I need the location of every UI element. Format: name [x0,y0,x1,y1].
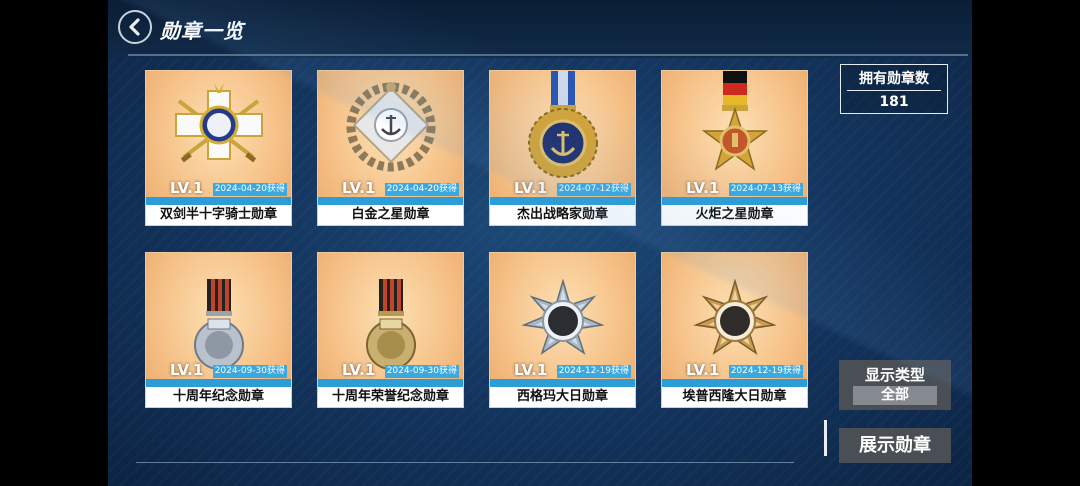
medal-card[interactable]: LV.1 2024-12-19获得 西格玛大日勋章 [489,252,636,408]
medal-count-label: 拥有勋章数 [859,71,929,87]
medal-date: 2024-09-30获得 [384,365,459,378]
platinum-star-anchor-medal-icon [346,82,436,172]
display-type-filter[interactable]: 显示类型 全部 [839,360,951,410]
medal-date-bar [662,379,807,387]
knight-cross-swords-medal-icon [175,83,263,163]
medal-card[interactable]: LV.1 2024-12-19获得 埃普西隆大日勋章 [661,252,808,408]
page-title: 勋章一览 [160,19,244,43]
torch-star-medal-icon [701,71,769,171]
header-divider [128,54,968,56]
medal-date: 2024-07-13获得 [728,183,803,196]
medal-date: 2024-04-20获得 [212,183,287,196]
medal-level: LV.1 [514,179,548,197]
medal-level: LV.1 [170,361,204,379]
medal-date: 2024-09-30获得 [212,365,287,378]
bottom-divider [136,462,794,463]
medal-name: 双剑半十字骑士勋章 [146,205,291,225]
medal-date: 2024-12-19获得 [728,365,803,378]
medal-date-bar [146,379,291,387]
gold-anniversary-medal-icon [366,279,416,370]
medal-name: 埃普西隆大日勋章 [662,387,807,407]
display-type-value[interactable]: 全部 [853,386,937,405]
medal-count-value: 181 [879,94,909,110]
medal-date-bar [318,197,463,205]
show-button-accent [824,420,827,456]
header-bar: 勋章一览 [108,0,972,58]
medal-name: 十周年纪念勋章 [146,387,291,407]
medal-level: LV.1 [170,179,204,197]
medal-card[interactable]: LV.1 2024-07-12获得 杰出战略家勋章 [489,70,636,226]
medal-card[interactable]: LV.1 2024-07-13获得 火炬之星勋章 [661,70,808,226]
display-type-label: 显示类型 [864,366,925,384]
medal-list-panel: 勋章一览 LV.1 2024-04-20获得 双剑半十字骑士勋章 LV.1 20… [108,0,972,486]
medal-name: 西格玛大日勋章 [490,387,635,407]
medal-level: LV.1 [514,361,548,379]
medal-name: 十周年荣誉纪念勋章 [318,387,463,407]
medal-count-box: 拥有勋章数 181 [840,64,948,114]
medal-card[interactable]: LV.1 2024-04-20获得 白金之星勋章 [317,70,464,226]
medal-date-bar [318,379,463,387]
medal-level: LV.1 [342,179,376,197]
medal-name: 杰出战略家勋章 [490,205,635,225]
medal-name: 白金之星勋章 [318,205,463,225]
gold-sun-star-medal-icon [693,278,777,355]
medal-name: 火炬之星勋章 [662,205,807,225]
screen: 勋章一览 LV.1 2024-04-20获得 双剑半十字骑士勋章 LV.1 20… [0,0,1080,486]
show-medal-button[interactable]: 展示勋章 [839,428,951,463]
medal-date-bar [490,197,635,205]
silver-anniversary-medal-icon [194,279,244,370]
medal-card[interactable]: LV.1 2024-04-20获得 双剑半十字骑士勋章 [145,70,292,226]
medal-card[interactable]: LV.1 2024-09-30获得 十周年纪念勋章 [145,252,292,408]
medal-date: 2024-12-19获得 [556,365,631,378]
medal-level: LV.1 [686,361,720,379]
medal-card[interactable]: LV.1 2024-09-30获得 十周年荣誉纪念勋章 [317,252,464,408]
back-button[interactable] [118,10,152,44]
medal-level: LV.1 [686,179,720,197]
medal-date-bar [662,197,807,205]
medal-count-divider [847,90,941,91]
medal-date-bar [490,379,635,387]
chevron-left-icon [129,18,140,36]
medal-level: LV.1 [342,361,376,379]
medal-date-bar [146,197,291,205]
medal-date: 2024-04-20获得 [384,183,459,196]
medal-date: 2024-07-12获得 [556,183,631,196]
silver-sun-star-medal-icon [521,278,605,355]
strategist-anchor-medal-icon [528,71,598,178]
